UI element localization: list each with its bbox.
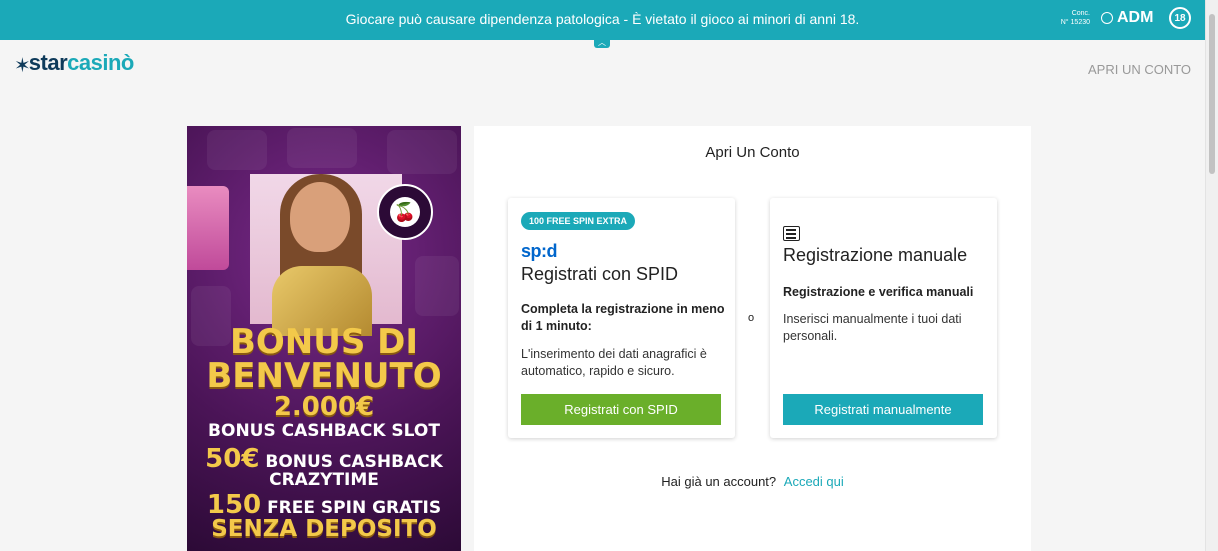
welcome-bonus-promo: 🍒 BONUS DI BENVENUTO 2.000€ BONUS CASHBA…: [187, 126, 461, 551]
promo-bg-tile: [415, 256, 459, 316]
login-link[interactable]: Accedi qui: [784, 474, 844, 489]
promo-model-photo: [250, 174, 402, 336]
login-prompt-row: Hai già un account? Accedi qui: [474, 474, 1031, 489]
form-icon: [783, 226, 800, 241]
starcasino-logo[interactable]: ✶ starcasinò: [14, 50, 134, 76]
banner-warning-text: Giocare può causare dipendenza patologic…: [345, 11, 860, 27]
spid-card-subtitle: Completa la registrazione in meno di 1 m…: [521, 302, 725, 333]
open-account-link[interactable]: APRI UN CONTO: [1088, 62, 1191, 77]
page-scrollbar[interactable]: [1205, 0, 1218, 551]
promo-line-no-deposit: SENZA DEPOSITO: [211, 516, 437, 542]
responsible-gaming-banner: Giocare può causare dipendenza patologic…: [0, 0, 1205, 40]
manual-card-description: Inserisci manualmente i tuoi dati person…: [783, 312, 962, 343]
conc-label: Conc.: [1071, 10, 1090, 17]
promo-bg-tile: [387, 130, 457, 174]
casino-cherry-badge: 🍒: [377, 184, 433, 240]
manual-registration-card: Registrazione manuale Registrazione e ve…: [770, 198, 997, 438]
logo-casino-text: casinò: [67, 50, 134, 75]
scrollbar-thumb[interactable]: [1209, 14, 1215, 174]
adm-logo: ADM: [1101, 9, 1153, 27]
promo-cashback-text: BONUS CASHBACK: [265, 452, 443, 472]
login-prompt-text: Hai già un account?: [661, 474, 777, 489]
spid-logo-icon: sp:d: [521, 241, 558, 261]
concession-number: Conc. N° 15230: [1054, 9, 1090, 27]
promo-title-line2: BENVENUTO: [206, 356, 442, 396]
manual-card-title: Registrazione manuale: [783, 245, 968, 265]
conc-number: N° 15230: [1060, 19, 1090, 26]
banner-collapse-button[interactable]: ︿: [594, 39, 610, 48]
logo-wordmark: starcasinò: [28, 50, 135, 76]
free-spin-badge: 100 FREE SPIN EXTRA: [521, 212, 636, 230]
promo-bg-tile: [287, 128, 357, 168]
promo-line-crazytime: CRAZYTIME: [269, 470, 379, 490]
promo-line-cashback-slot: BONUS CASHBACK SLOT: [208, 421, 440, 441]
register-manual-button[interactable]: Registrati manualmente: [783, 394, 983, 425]
promo-free-spin-text: FREE SPIN GRATIS: [267, 498, 442, 518]
chevron-up-icon: ︿: [598, 38, 606, 47]
logo-star-text: star: [28, 50, 68, 75]
spid-registration-card: 100 FREE SPIN EXTRA sp:d Registrati con …: [508, 198, 735, 438]
adm-emblem-icon: [1101, 12, 1113, 24]
promo-amount: 2.000€: [273, 392, 375, 422]
page-title: Apri Un Conto: [705, 144, 800, 161]
adm-label: ADM: [1117, 9, 1154, 26]
promo-bg-tile: [207, 130, 267, 170]
manual-card-subtitle: Registrazione e verifica manuali: [783, 285, 974, 299]
age-18-plus-icon: 18: [1169, 7, 1191, 29]
register-spid-button[interactable]: Registrati con SPID: [521, 394, 721, 425]
open-account-panel: Apri Un Conto 100 FREE SPIN EXTRA sp:d R…: [474, 126, 1031, 551]
or-separator: o: [748, 312, 755, 324]
spid-card-title: Registrati con SPID: [521, 264, 679, 284]
spid-card-description: L'inserimento dei dati anagrafici è auto…: [521, 347, 707, 378]
cherry-icon: 🍒: [390, 197, 420, 227]
promo-game-thumbnail: [187, 186, 229, 270]
